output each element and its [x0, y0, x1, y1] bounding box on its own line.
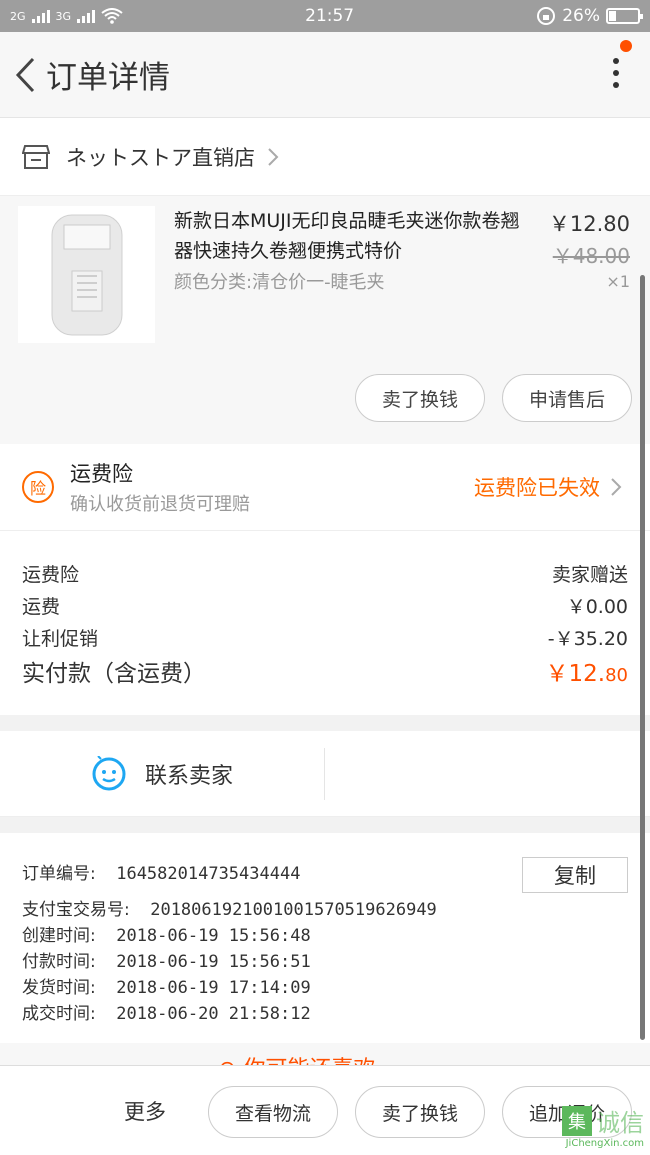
total-label: 实付款（含运费）	[22, 661, 206, 687]
sell-button-bottom[interactable]: 卖了换钱	[355, 1086, 485, 1138]
insurance-title: 运费险	[70, 462, 133, 486]
product-price: ￥12.80	[548, 212, 630, 236]
product-quantity: ×1	[606, 272, 630, 291]
battery-icon	[605, 8, 643, 24]
signal-bars-icon	[77, 9, 96, 23]
contact-seller-button[interactable]: 联系卖家	[0, 747, 325, 800]
more-button[interactable]: 更多	[124, 1096, 166, 1126]
shipping-insurance-row[interactable]: 险 运费险 确认收货前退货可理赔 运费险已失效	[0, 444, 650, 531]
recommend-header-text: ⊙ 你可能还喜欢	[218, 1051, 375, 1065]
sell-button[interactable]: 卖了换钱	[355, 374, 485, 422]
battery-percent: 26%	[562, 6, 600, 26]
fee-row: 运费险 卖家赠送	[22, 557, 628, 589]
order-info: 订单编号: 164582014735434444 支付宝交易号: 2018061…	[0, 833, 650, 1043]
contact-seller-label: 联系卖家	[144, 763, 233, 789]
fee-row: 运费 ￥0.00	[22, 589, 628, 621]
watermark-text: 诚信	[596, 1109, 644, 1137]
bottom-action-bar: 更多 查看物流 卖了换钱 追加评价 集 诚信 JiChengXin.com	[0, 1065, 650, 1155]
product-spec: 颜色分类:清仓价一-睫毛夹	[174, 272, 385, 293]
scrollbar[interactable]	[640, 275, 645, 1040]
product-thumbnail[interactable]	[18, 206, 155, 343]
status-bar: 2G 3G 21:57 26%	[0, 0, 650, 32]
insurance-status-label: 运费险已失效	[474, 476, 600, 500]
fee-value: -￥35.20	[547, 627, 628, 650]
fee-row: 让利促销 -￥35.20	[22, 621, 628, 653]
rotation-lock-icon	[537, 7, 556, 25]
created-time-row: 创建时间: 2018-06-19 15:56:48	[22, 926, 311, 946]
more-menu-icon[interactable]	[610, 58, 622, 94]
fee-label: 让利促销	[22, 627, 99, 650]
chevron-right-icon	[611, 478, 622, 496]
signal-label-1: 2G	[10, 9, 26, 23]
product-title[interactable]: 新款日本MUJI无印良品睫毛夹迷你款卷翘器快速持久卷翘便携式特价	[174, 206, 534, 266]
watermark: 集 诚信 JiChengXin.com	[562, 1103, 644, 1149]
watermark-logo: 集	[562, 1105, 592, 1136]
alipay-txn-row: 支付宝交易号: 2018061921001001570519626949	[22, 900, 437, 920]
chat-bubble-icon	[92, 755, 126, 790]
page-title: 订单详情	[46, 60, 170, 96]
total-value: ￥12.80	[545, 661, 628, 687]
shipped-time-row: 发货时间: 2018-06-19 17:14:09	[22, 978, 311, 998]
watermark-url: JiChengXin.com	[565, 1138, 644, 1149]
total-row: 实付款（含运费） ￥12.80	[22, 655, 628, 687]
insurance-icon: 险	[22, 471, 54, 503]
fee-label: 运费	[22, 595, 61, 618]
signal-label-2: 3G	[55, 9, 72, 23]
insurance-subtitle: 确认收货前退货可理赔	[70, 494, 250, 515]
signal-indicators: 2G 3G	[10, 8, 123, 24]
chevron-right-icon	[268, 147, 279, 166]
fee-value: ￥0.00	[566, 595, 628, 618]
recommend-header-partial: ⊙ 你可能还喜欢	[0, 1043, 650, 1065]
order-item[interactable]: 新款日本MUJI无印良品睫毛夹迷你款卷翘器快速持久卷翘便携式特价 颜色分类:清仓…	[0, 196, 650, 444]
view-logistics-button[interactable]: 查看物流	[208, 1086, 338, 1138]
notification-dot	[620, 40, 632, 52]
fee-label: 运费险	[22, 563, 80, 586]
shop-name: ネットストア直销店	[66, 145, 255, 170]
insurance-status[interactable]: 运费险已失效	[474, 472, 622, 502]
status-time: 21:57	[305, 6, 355, 26]
fee-summary: 运费险 卖家赠送 运费 ￥0.00 让利促销 -￥35.20 实付款（含运费） ￥12…	[0, 531, 650, 715]
nav-bar: 订单详情	[0, 32, 650, 118]
shop-row[interactable]: ネットストア直销店	[0, 118, 650, 196]
back-arrow-icon[interactable]	[10, 55, 40, 95]
copy-button[interactable]: 复制	[522, 857, 628, 893]
after-sale-button[interactable]: 申请售后	[502, 374, 632, 422]
signal-bars-icon	[31, 9, 50, 23]
paid-time-row: 付款时间: 2018-06-19 15:56:51	[22, 952, 311, 972]
wifi-icon	[101, 8, 123, 24]
store-icon	[22, 144, 50, 169]
product-original-price: ￥48.00	[552, 244, 630, 268]
completed-time-row: 成交时间: 2018-06-20 21:58:12	[22, 1004, 311, 1024]
fee-value: 卖家赠送	[551, 563, 628, 586]
contact-section: 联系卖家	[0, 731, 650, 817]
